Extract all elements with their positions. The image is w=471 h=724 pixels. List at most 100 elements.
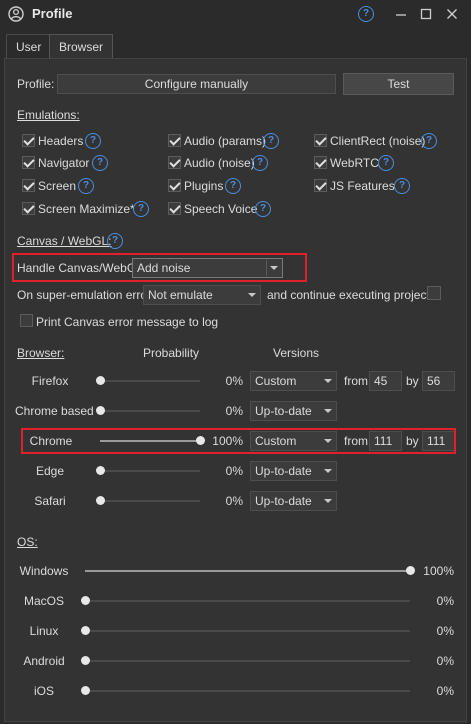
android-slider-knob[interactable] — [81, 656, 90, 665]
super-emulation-error-label: On super-emulation error — [17, 288, 152, 302]
macos-slider-knob[interactable] — [81, 596, 90, 605]
audio-params-checkbox[interactable] — [168, 134, 181, 147]
safari-version-select[interactable]: Up-to-date — [250, 491, 337, 511]
windows-slider-fill — [85, 570, 410, 572]
firefox-percent: 0% — [225, 374, 243, 388]
os-heading: OS: — [17, 535, 38, 549]
print-error-checkbox[interactable] — [20, 314, 33, 327]
screen-label: Screen — [38, 179, 77, 193]
tab-browser[interactable]: Browser — [49, 34, 114, 58]
edge-version-value: Up-to-date — [255, 464, 312, 478]
windows-label: Windows — [19, 564, 69, 578]
speech-voice-label: Speech Voice — [184, 202, 258, 216]
webrtc-label: WebRTC — [330, 156, 379, 170]
firefox-slider-knob[interactable] — [96, 376, 105, 385]
handle-canvas-select[interactable]: Add noise — [132, 258, 283, 278]
maximize-icon[interactable] — [418, 6, 434, 22]
speech-voice-checkbox[interactable] — [168, 202, 181, 215]
macos-label: MacOS — [23, 594, 64, 608]
firefox-version-select[interactable]: Custom — [250, 371, 337, 391]
help-icon[interactable]: ? — [263, 133, 279, 149]
safari-slider-track — [100, 500, 200, 502]
ios-slider-knob[interactable] — [81, 686, 90, 695]
edge-label: Edge — [35, 464, 65, 478]
screen-maximize-label: Screen Maximize* — [38, 202, 135, 216]
from-label: from — [344, 374, 368, 388]
headers-checkbox[interactable] — [22, 134, 35, 147]
webrtc-checkbox[interactable] — [314, 156, 327, 169]
firefox-by-input[interactable]: 56 — [422, 371, 455, 391]
macos-percent: 0% — [436, 594, 454, 608]
help-icon[interactable]: ? — [255, 201, 271, 217]
js-features-label: JS Features — [330, 179, 395, 193]
probability-column-header: Probability — [143, 346, 200, 360]
audio-params-label: Audio (params) — [184, 134, 267, 148]
help-icon[interactable]: ? — [92, 155, 108, 171]
emulations-heading: Emulations: — [17, 108, 80, 122]
navigator-checkbox[interactable] — [22, 156, 35, 169]
close-icon[interactable] — [444, 6, 460, 22]
windows-percent: 100% — [423, 564, 454, 578]
firefox-from-input[interactable]: 45 — [369, 371, 402, 391]
chrome-based-version-value: Up-to-date — [255, 404, 312, 418]
plugins-label: Plugins — [184, 179, 224, 193]
edge-version-select[interactable]: Up-to-date — [250, 461, 337, 481]
clientrect-checkbox[interactable] — [314, 134, 327, 147]
continue-checkbox[interactable] — [427, 286, 441, 300]
safari-percent: 0% — [225, 494, 243, 508]
edge-slider-track — [100, 470, 200, 472]
ios-label: iOS — [33, 684, 54, 698]
help-icon[interactable]: ? — [421, 133, 437, 149]
print-error-label: Print Canvas error message to log — [36, 315, 219, 329]
screen-checkbox[interactable] — [22, 179, 35, 192]
js-features-checkbox[interactable] — [314, 179, 327, 192]
help-icon[interactable]: ? — [358, 6, 374, 22]
firefox-label: Firefox — [31, 374, 69, 388]
audio-noise-label: Audio (noise) — [184, 156, 255, 170]
handle-canvas-label: Handle Canvas/WebGL — [17, 261, 143, 275]
firefox-version-value: Custom — [255, 374, 297, 388]
linux-percent: 0% — [436, 624, 454, 638]
screen-maximize-checkbox[interactable] — [22, 202, 35, 215]
help-icon[interactable]: ? — [394, 178, 410, 194]
help-icon[interactable]: ? — [378, 155, 394, 171]
browser-heading: Browser: — [17, 346, 65, 360]
firefox-slider-track — [100, 380, 200, 382]
safari-label: Safari — [34, 494, 66, 508]
handle-canvas-value: Add noise — [137, 261, 191, 275]
chrome-based-version-select[interactable]: Up-to-date — [250, 401, 337, 421]
ios-percent: 0% — [436, 684, 454, 698]
clientrect-label: ClientRect (noise) — [330, 134, 426, 148]
title-bar: Profile ? — [0, 0, 471, 28]
by-label: by — [406, 374, 419, 388]
android-label: Android — [23, 654, 65, 668]
continue-label: and continue executing project — [267, 288, 430, 302]
edge-slider-knob[interactable] — [96, 466, 105, 475]
linux-slider-track — [85, 630, 410, 632]
plugins-checkbox[interactable] — [168, 179, 181, 192]
chrome-based-slider-knob[interactable] — [96, 406, 105, 415]
highlight-box — [21, 428, 456, 454]
safari-version-value: Up-to-date — [255, 494, 312, 508]
help-icon[interactable]: ? — [133, 201, 149, 217]
chrome-based-slider-track — [100, 410, 200, 412]
help-icon[interactable]: ? — [225, 178, 241, 194]
linux-slider-knob[interactable] — [81, 626, 90, 635]
navigator-label: Navigator — [38, 156, 90, 170]
audio-noise-checkbox[interactable] — [168, 156, 181, 169]
test-button[interactable]: Test — [343, 73, 454, 95]
safari-slider-knob[interactable] — [96, 496, 105, 505]
window-title: Profile — [32, 6, 73, 21]
help-icon[interactable]: ? — [85, 133, 101, 149]
help-icon[interactable]: ? — [107, 233, 123, 249]
profile-select[interactable]: Configure manually — [57, 74, 336, 94]
macos-slider-track — [85, 600, 410, 602]
minimize-icon[interactable] — [393, 6, 409, 22]
linux-label: Linux — [29, 624, 59, 638]
tab-user[interactable]: User — [6, 34, 52, 58]
help-icon[interactable]: ? — [78, 178, 94, 194]
help-icon[interactable]: ? — [252, 155, 268, 171]
error-mode-value: Not emulate — [148, 288, 213, 302]
error-mode-select[interactable]: Not emulate — [143, 285, 261, 305]
chrome-based-label: Chrome based — [15, 404, 94, 418]
